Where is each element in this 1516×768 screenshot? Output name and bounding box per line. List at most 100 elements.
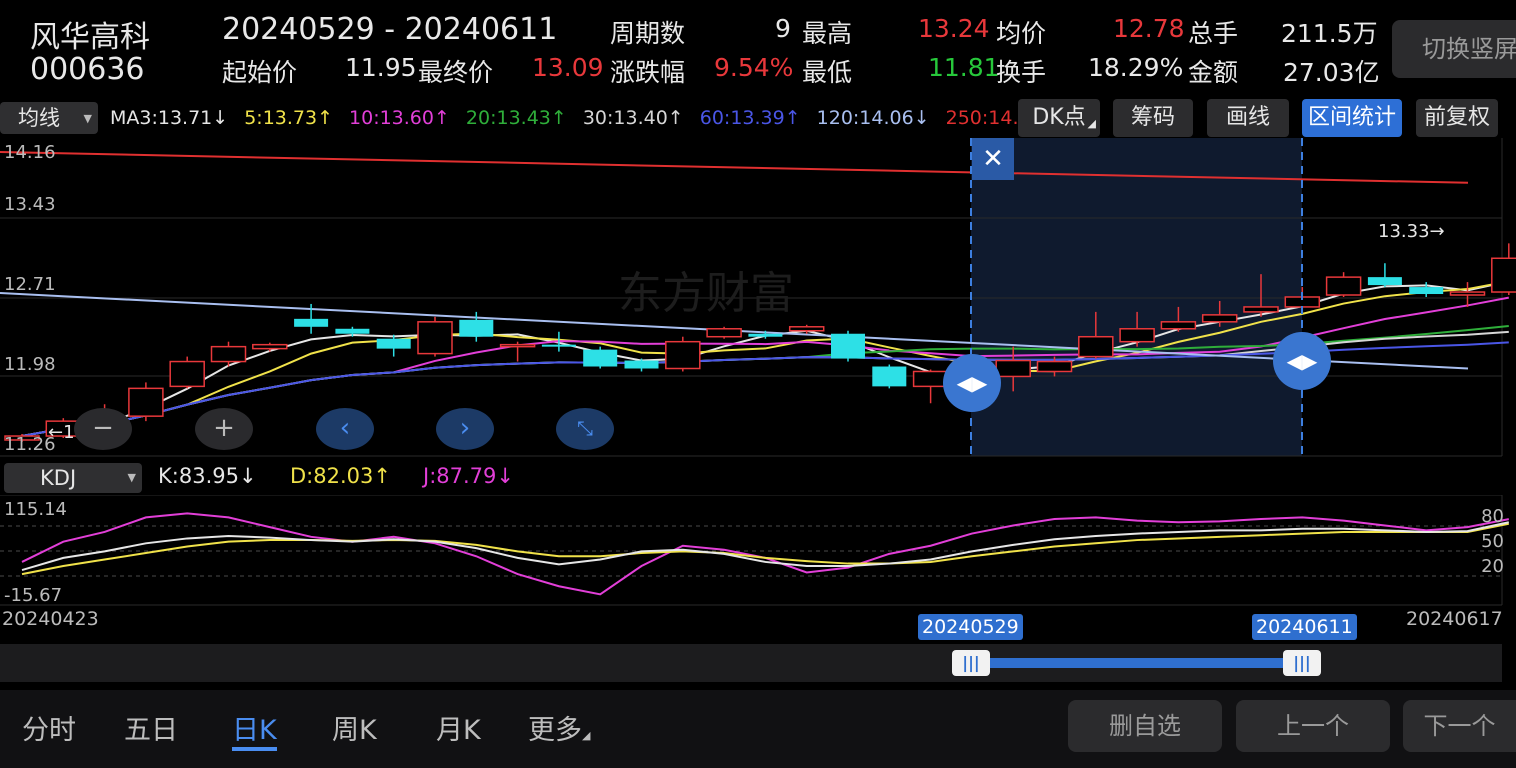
scroll-left-button[interactable]: ‹	[316, 408, 374, 450]
candle-up	[1160, 321, 1197, 330]
periods-value: 9	[775, 14, 791, 43]
candle-down	[459, 319, 494, 337]
ma-select-label: 均线	[18, 106, 60, 130]
zoom-in-button[interactable]: +	[195, 408, 253, 450]
change-label: 涨跌幅	[610, 58, 686, 87]
candle-up	[169, 360, 205, 388]
previous-button[interactable]: 上一个	[1236, 700, 1390, 752]
selection-range	[971, 138, 1302, 456]
drag-handle-icon: ◀▶	[1286, 349, 1318, 373]
avg-value: 12.78	[1113, 14, 1185, 43]
kdj-d-line	[21, 522, 1509, 576]
ma-value: MA3:13.71↓	[110, 107, 229, 129]
candle-down	[748, 333, 783, 337]
scroll-right-button[interactable]: ›	[436, 408, 494, 450]
start-date-label: 20240423	[2, 608, 99, 630]
tab-daily-k[interactable]: 日K	[232, 708, 277, 751]
kdj-d-text: D:82.03	[290, 464, 374, 488]
candle-up	[417, 321, 453, 355]
end-date-label: 20240617	[1406, 608, 1503, 630]
ma-value: 120:14.06↓	[816, 107, 930, 129]
kdj-k-value: K:83.95↓	[158, 464, 257, 488]
minus-icon: −	[92, 413, 114, 443]
kdj-level-label: 80	[1481, 506, 1504, 527]
range-start-handle[interactable]: |||	[952, 650, 990, 676]
candle-up	[499, 343, 536, 348]
tab-monthly-k[interactable]: 月K	[436, 708, 481, 747]
ma-value: 5:13.73↑	[244, 107, 334, 129]
candle-down	[541, 344, 576, 347]
candle-down	[583, 349, 618, 367]
candle-down	[1409, 287, 1444, 295]
last-price-marker: 13.33→	[1378, 221, 1445, 242]
dk-point-button[interactable]: DK点 ◢	[1018, 99, 1100, 137]
candle-up	[252, 343, 288, 350]
candle-up	[995, 359, 1031, 378]
low-label: 最低	[802, 58, 853, 87]
tab-weekly-k[interactable]: 周K	[332, 708, 377, 747]
selection-start-handle[interactable]: ◀▶	[943, 354, 1001, 412]
collapse-arrows-icon: ⤡	[577, 416, 593, 440]
candle-up	[1201, 314, 1238, 323]
forward-adjust-button[interactable]: 前复权	[1416, 99, 1498, 137]
next-button[interactable]: 下一个	[1403, 700, 1516, 752]
candle-down	[335, 328, 370, 334]
candle-down	[624, 360, 659, 369]
tab-intraday[interactable]: 分时	[22, 708, 76, 747]
range-end-handle[interactable]: |||	[1283, 650, 1321, 676]
selection-end-date: 20240611	[1252, 614, 1357, 640]
tab-more[interactable]: 更多◢	[528, 708, 590, 747]
price-tick: 14.16	[4, 142, 56, 163]
draw-line-button[interactable]: 画线	[1207, 99, 1289, 137]
ma-value: 20:13.43↑	[465, 107, 567, 129]
candle-up	[128, 387, 164, 417]
kdj-j-line	[21, 512, 1509, 596]
ma-select[interactable]: 均线 ▼	[0, 102, 98, 134]
kdj-k-arrow: ↓	[238, 464, 257, 488]
kdj-level-label: 50	[1481, 531, 1504, 552]
periods-label: 周期数	[610, 19, 686, 48]
kdj-k-line	[21, 521, 1510, 572]
dropdown-arrow-icon: ▼	[127, 471, 136, 484]
candle-down	[872, 366, 907, 387]
candle-up	[210, 345, 247, 363]
zoom-out-button[interactable]: −	[74, 408, 132, 450]
chips-button[interactable]: 筹码	[1113, 99, 1193, 137]
volume-value: 211.5万	[1281, 19, 1378, 48]
switch-portrait-button[interactable]: 切换竖屏	[1392, 20, 1516, 78]
candle-up	[1036, 360, 1073, 373]
price-tick: 12.71	[4, 274, 56, 295]
dk-point-label: DK点	[1032, 105, 1086, 130]
collapse-button[interactable]: ⤡	[556, 408, 614, 450]
ma-value: 10:13.60↑	[349, 107, 450, 129]
change-value: 9.54%	[714, 53, 794, 82]
stock-code: 000636	[30, 52, 145, 87]
interval-stats-button[interactable]: 区间统计	[1302, 99, 1402, 137]
plus-icon: +	[213, 413, 235, 443]
kdj-k-text: K:83.95	[158, 464, 239, 488]
candle-up	[1449, 291, 1486, 296]
kdj-chart[interactable]: 115.14 -15.67 80 50 20	[0, 495, 1516, 607]
tab-more-label: 更多	[528, 715, 582, 746]
kdj-select-label: KDJ	[40, 466, 77, 490]
candle-up	[788, 326, 825, 332]
remove-watchlist-button[interactable]: 删自选	[1068, 700, 1222, 752]
kdj-top-tick: 115.14	[4, 499, 67, 520]
grip-icon: |||	[1293, 653, 1311, 672]
ma-value: 30:13.40↑	[582, 107, 684, 129]
ma-value: 60:13.39↑	[699, 107, 801, 129]
tab-five-day[interactable]: 五日	[124, 708, 178, 747]
kdj-j-text: J:87.79	[423, 464, 497, 488]
chevron-right-icon: ›	[459, 413, 471, 443]
candle-up	[1325, 276, 1362, 296]
end-price-label: 最终价	[418, 58, 494, 87]
price-tick: 11.98	[4, 354, 56, 375]
turnover-label: 换手	[996, 58, 1047, 87]
candle-up	[1119, 328, 1155, 343]
candle-up	[706, 328, 742, 338]
selection-end-handle[interactable]: ◀▶	[1273, 332, 1331, 390]
selection-start-date: 20240529	[918, 614, 1023, 640]
watermark: 东方财富	[618, 268, 794, 319]
kdj-select[interactable]: KDJ ▼	[4, 463, 142, 493]
candle-up	[1491, 257, 1516, 293]
